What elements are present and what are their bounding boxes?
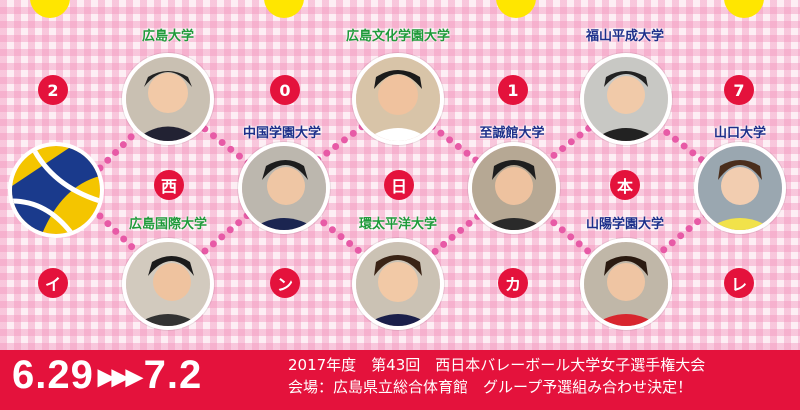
player-photo xyxy=(238,142,330,234)
player-photo xyxy=(352,238,444,330)
university-label: 広島大学 xyxy=(141,29,195,44)
player-photo xyxy=(580,53,672,145)
character-badge: 7 xyxy=(724,75,754,105)
event-title: 2017年度 第43回 西日本バレーボール大学女子選手権大会 xyxy=(288,356,706,374)
university-label: 福山平成大学 xyxy=(585,29,665,44)
character-badge: ン xyxy=(270,268,300,298)
end-date: 7.2 xyxy=(143,353,203,397)
player-photo xyxy=(580,238,672,330)
start-date: 6.29 xyxy=(12,353,94,397)
university-label: 山陽学園大学 xyxy=(585,217,665,232)
character-badge: 0 xyxy=(270,75,300,105)
player-photo xyxy=(122,238,214,330)
volleyball-icon xyxy=(8,142,104,238)
player-photo xyxy=(694,142,786,234)
character-badge: 本 xyxy=(610,170,640,200)
venue-text: 会場：広島県立総合体育館 グループ予選組み合わせ決定！ xyxy=(288,378,693,396)
promo-banner: 広島大学 広島文化学園大学 福山平成大学 中国学園大学 至誠館大学 山口大学 広… xyxy=(0,0,800,410)
character-badge: 日 xyxy=(384,170,414,200)
university-label: 至誠館大学 xyxy=(479,126,545,141)
event-dates: 6.29 ▶▶▶ 7.2 xyxy=(12,353,202,398)
arrow-right-icon: ▶▶▶ xyxy=(97,364,143,390)
character-badge: 1 xyxy=(498,75,528,105)
university-label: 広島文化学園大学 xyxy=(345,29,451,44)
character-badge: イ xyxy=(38,268,68,298)
player-photo xyxy=(122,53,214,145)
character-badge: カ xyxy=(498,268,528,298)
event-info: 2017年度 第43回 西日本バレーボール大学女子選手権大会 会場：広島県立総合… xyxy=(288,354,705,398)
player-photo xyxy=(352,53,444,145)
character-badge: レ xyxy=(724,268,754,298)
character-badge: 西 xyxy=(154,170,184,200)
university-label: 広島国際大学 xyxy=(128,217,208,232)
university-label: 環太平洋大学 xyxy=(358,217,438,232)
player-photo xyxy=(468,142,560,234)
character-badge: 2 xyxy=(38,75,68,105)
university-label: 山口大学 xyxy=(713,126,767,141)
university-label: 中国学園大学 xyxy=(242,126,322,141)
